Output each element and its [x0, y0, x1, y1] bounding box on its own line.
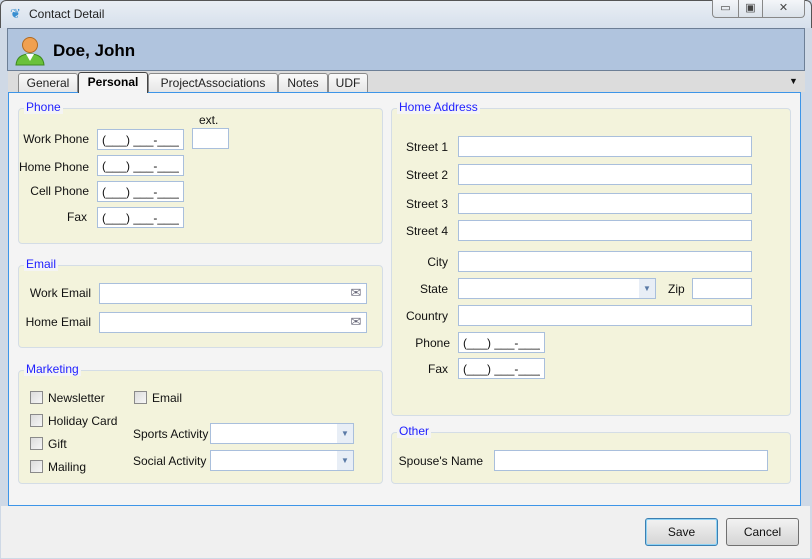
spouse-name-label: Spouse's Name — [398, 454, 483, 468]
tab-udf[interactable]: UDF — [328, 73, 368, 92]
gift-checkbox[interactable] — [30, 437, 43, 450]
state-combo[interactable]: ▼ — [458, 278, 656, 299]
home-phone-label: Home Phone — [18, 160, 89, 174]
email-checkbox[interactable] — [134, 391, 147, 404]
home-email-input[interactable] — [99, 312, 367, 333]
street4-label: Street 4 — [405, 224, 448, 238]
contact-name: Doe, John — [53, 41, 136, 60]
mailing-checkbox[interactable] — [30, 460, 43, 473]
chevron-down-icon[interactable]: ▼ — [337, 424, 353, 443]
tab-personal[interactable]: Personal — [78, 72, 148, 93]
close-icon: ✕ — [778, 2, 789, 14]
street1-input[interactable] — [458, 136, 752, 157]
ext-label: ext. — [199, 113, 219, 127]
work-phone-label: Work Phone — [23, 132, 89, 146]
home-email-field[interactable]: ✉ — [99, 312, 367, 333]
work-email-label: Work Email — [29, 286, 91, 300]
tab-general[interactable]: General — [18, 73, 78, 92]
city-label: City — [427, 255, 448, 269]
sports-activity-combo[interactable]: ▼ — [210, 423, 354, 444]
sports-activity-label: Sports Activity — [133, 427, 209, 441]
cancel-button[interactable]: Cancel — [726, 518, 799, 546]
country-input[interactable] — [458, 305, 752, 326]
street2-label: Street 2 — [405, 168, 448, 182]
mailing-label: Mailing — [48, 460, 87, 474]
minimize-button[interactable]: ▭ — [712, 0, 739, 18]
home-phone-input[interactable] — [97, 155, 184, 176]
user-icon — [15, 37, 45, 66]
gift-label: Gift — [48, 437, 67, 451]
address-fax-input[interactable] — [458, 358, 545, 379]
minimize-icon: ▭ — [720, 2, 731, 14]
home-email-label: Home Email — [25, 315, 91, 329]
address-phone-label: Phone — [415, 336, 450, 350]
maximize-icon: ▣ — [745, 2, 756, 14]
zip-input[interactable] — [692, 278, 752, 299]
bird-icon: ❦ — [10, 6, 21, 21]
send-email-icon[interactable]: ✉ — [347, 284, 365, 301]
newsletter-label: Newsletter — [48, 391, 105, 405]
work-email-input[interactable] — [99, 283, 367, 304]
fax-input[interactable] — [97, 207, 184, 228]
state-label: State — [419, 282, 448, 296]
email-group — [18, 265, 383, 348]
save-button[interactable]: Save — [645, 518, 718, 546]
fax-label: Fax — [66, 210, 87, 224]
home-address-legend: Home Address — [397, 100, 480, 114]
street4-input[interactable] — [458, 220, 752, 241]
other-legend: Other — [397, 424, 432, 438]
social-activity-combo[interactable]: ▼ — [210, 450, 354, 471]
phone-legend: Phone — [24, 100, 63, 114]
holiday-card-checkbox[interactable] — [30, 414, 43, 427]
chevron-down-icon[interactable]: ▼ — [639, 279, 655, 298]
city-input[interactable] — [458, 251, 752, 272]
marketing-legend: Marketing — [24, 362, 81, 376]
newsletter-checkbox[interactable] — [30, 391, 43, 404]
address-phone-input[interactable] — [458, 332, 545, 353]
street1-label: Street 1 — [405, 140, 448, 154]
email-checkbox-label: Email — [152, 391, 183, 405]
holiday-card-label: Holiday Card — [48, 414, 118, 428]
social-activity-label: Social Activity — [133, 454, 207, 468]
street2-input[interactable] — [458, 164, 752, 185]
work-phone-input[interactable] — [97, 129, 184, 150]
address-fax-label: Fax — [427, 362, 448, 376]
tab-notes[interactable]: Notes — [278, 73, 328, 92]
email-legend: Email — [24, 257, 59, 271]
chevron-down-icon[interactable]: ▼ — [337, 451, 353, 470]
window-title: Contact Detail — [29, 7, 105, 21]
street3-input[interactable] — [458, 193, 752, 214]
spouse-name-input[interactable] — [494, 450, 768, 471]
cell-phone-label: Cell Phone — [30, 184, 89, 198]
maximize-button[interactable]: ▣ — [738, 0, 763, 18]
cell-phone-input[interactable] — [97, 181, 184, 202]
country-label: Country — [405, 309, 448, 323]
send-email-icon[interactable]: ✉ — [347, 313, 365, 330]
zip-label: Zip — [668, 282, 685, 296]
work-email-field[interactable]: ✉ — [99, 283, 367, 304]
street3-label: Street 3 — [405, 197, 448, 211]
close-button[interactable]: ✕ — [762, 0, 805, 18]
work-phone-ext-input[interactable] — [192, 128, 229, 149]
title-bar[interactable] — [0, 0, 812, 28]
tab-overflow-icon[interactable]: ▼ — [789, 76, 798, 86]
tab-projectassociations[interactable]: ProjectAssociations — [148, 73, 278, 92]
